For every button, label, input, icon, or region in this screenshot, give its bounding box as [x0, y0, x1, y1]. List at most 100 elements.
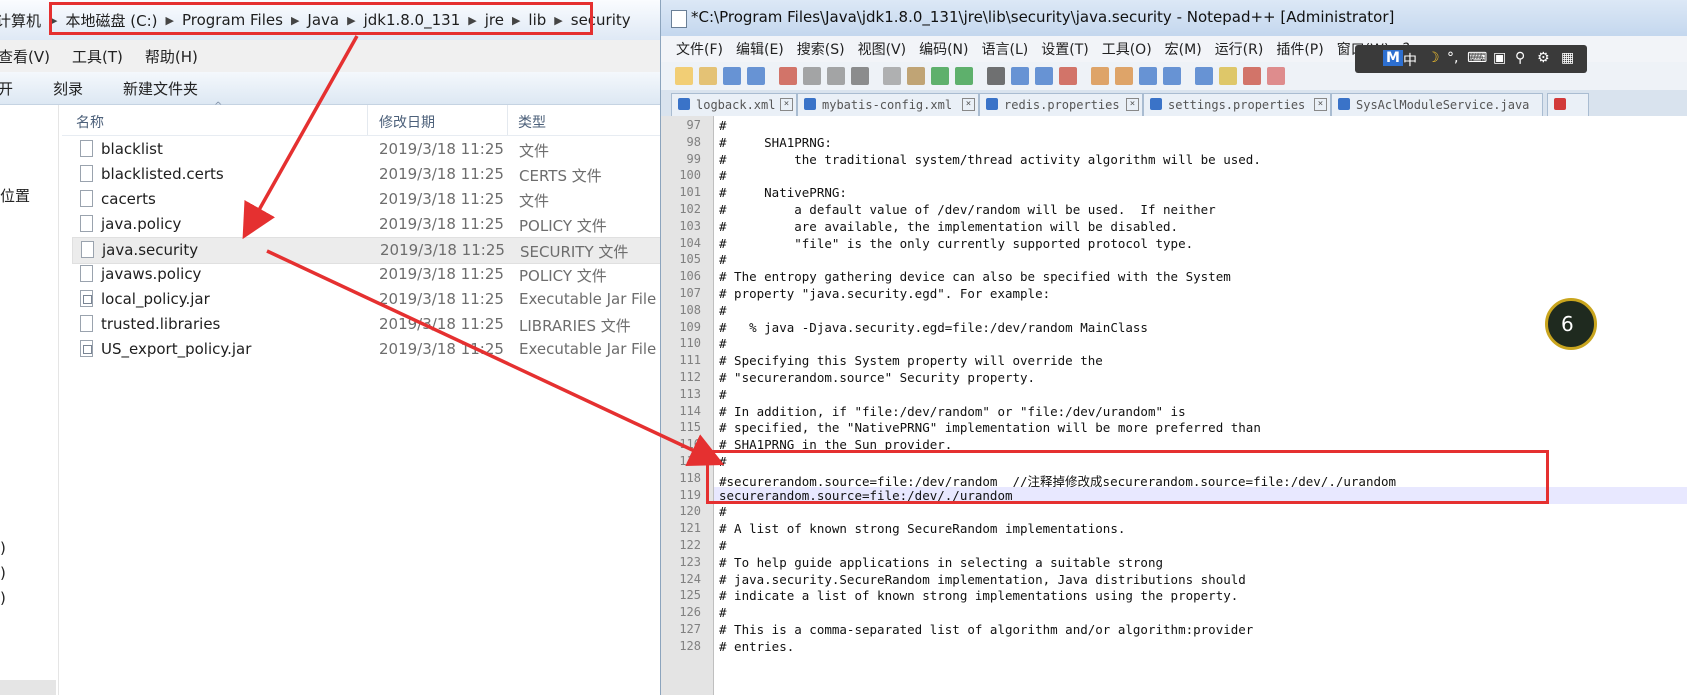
skin-icon[interactable]: ▣ — [1493, 50, 1506, 66]
file-tab[interactable]: mybatis-config.xml × — [797, 93, 979, 116]
column-type-header[interactable]: 类型 — [518, 112, 546, 132]
code-line[interactable]: # SHA1PRNG: — [719, 135, 832, 150]
ime-toolbar[interactable]: M 中 ☽ °, ⌨ ▣ ⚲ ⚙ ▦ — [1355, 45, 1587, 73]
zoom-out-icon[interactable] — [1059, 67, 1077, 85]
npp-menu-item[interactable]: 编辑(E) — [736, 39, 784, 59]
code-line[interactable]: # — [719, 168, 727, 183]
npp-menu-item[interactable]: 工具(O) — [1102, 39, 1152, 59]
code-line[interactable]: # — [719, 538, 727, 553]
tools-icon[interactable]: ⚙ — [1537, 50, 1550, 66]
close-icon[interactable] — [779, 67, 797, 85]
code-line[interactable]: # — [719, 252, 727, 267]
npp-menu-item[interactable]: 设置(T) — [1041, 39, 1088, 59]
save-icon[interactable] — [723, 67, 741, 85]
code-line[interactable]: # — [719, 336, 727, 351]
code-line[interactable]: # property "java.security.egd". For exam… — [719, 286, 1050, 301]
npp-menu-item[interactable]: 宏(M) — [1165, 39, 1202, 59]
floating-badge[interactable]: 6 — [1545, 298, 1597, 350]
grid-menu-icon[interactable]: ▦ — [1561, 50, 1574, 66]
code-line[interactable]: # — [719, 118, 727, 133]
code-line[interactable]: # To help guide applications in selectin… — [719, 555, 1163, 570]
copy-icon[interactable] — [883, 67, 901, 85]
doc-map-icon[interactable] — [1219, 67, 1237, 85]
function-list-icon[interactable] — [1243, 67, 1261, 85]
explorer-menu-item[interactable]: 工具(T) — [72, 46, 123, 67]
column-name-header[interactable]: 名称 — [76, 112, 104, 132]
code-line[interactable]: # entries. — [719, 639, 794, 654]
code-line[interactable]: # — [719, 303, 727, 318]
indent-guide-icon[interactable] — [1195, 67, 1213, 85]
code-line[interactable]: # In addition, if "file:/dev/random" or … — [719, 404, 1186, 419]
new-file-icon[interactable] — [675, 67, 693, 85]
npp-menu-item[interactable]: 运行(R) — [1215, 39, 1264, 59]
file-tab-active[interactable] — [1547, 93, 1589, 116]
file-tab[interactable]: SysAclModuleService.java — [1331, 93, 1543, 116]
ime-mode-label[interactable]: M — [1383, 50, 1403, 66]
sync-v-icon[interactable] — [1091, 67, 1109, 85]
print-icon[interactable] — [827, 67, 845, 85]
nav-item[interactable]: ) — [0, 564, 6, 582]
record-macro-icon[interactable] — [1267, 67, 1285, 85]
column-date-header[interactable]: 修改日期 — [379, 112, 435, 132]
open-file-icon[interactable] — [699, 67, 717, 85]
file-row[interactable]: local_policy.jar 2019/3/18 11:25 Executabl… — [72, 287, 712, 312]
all-chars-icon[interactable] — [1163, 67, 1181, 85]
code-line[interactable]: # Specifying this System property will o… — [719, 353, 1103, 368]
undo-icon[interactable] — [931, 67, 949, 85]
nav-item[interactable]: ) — [0, 589, 6, 607]
code-line[interactable]: # The entropy gathering device can also … — [719, 269, 1231, 284]
npp-menu-item[interactable]: 语言(L) — [982, 39, 1029, 59]
code-line[interactable]: # specified, the "NativePRNG" implementa… — [719, 420, 1261, 435]
code-line[interactable]: # "file" is the only currently supported… — [719, 236, 1193, 251]
nav-item[interactable]: ) — [0, 539, 6, 557]
breadcrumb-item[interactable]: 计算机 — [0, 10, 47, 31]
explorer-toolbar-button[interactable]: 新建文件夹 — [123, 78, 198, 99]
code-line[interactable]: # % java -Djava.security.egd=file:/dev/r… — [719, 320, 1148, 335]
search-icon[interactable]: ⚲ — [1515, 50, 1525, 66]
file-row[interactable]: java.policy 2019/3/18 11:25 POLICY 文件 — [72, 212, 712, 237]
explorer-toolbar-button[interactable]: 刻录 — [53, 78, 83, 99]
file-row[interactable]: blacklisted.certs 2019/3/18 11:25 CERTS 文件 — [72, 162, 712, 187]
close-tab-icon[interactable]: × — [1126, 98, 1139, 111]
save-all-icon[interactable] — [747, 67, 765, 85]
npp-menu-item[interactable]: 文件(F) — [676, 39, 723, 59]
code-line[interactable]: # are available, the implementation will… — [719, 219, 1178, 234]
code-line[interactable]: # indicate a list of known strong implem… — [719, 588, 1238, 603]
code-line[interactable]: # NativePRNG: — [719, 185, 847, 200]
npp-menu-item[interactable]: 视图(V) — [858, 39, 907, 59]
explorer-menu-item[interactable]: 帮助(H) — [145, 46, 198, 67]
file-row[interactable]: trusted.libraries 2019/3/18 11:25 LIBRARIE… — [72, 312, 712, 337]
npp-menu-item[interactable]: 编码(N) — [919, 39, 968, 59]
file-row[interactable]: javaws.policy 2019/3/18 11:25 POLICY 文件 — [72, 262, 712, 287]
close-tab-icon[interactable]: × — [962, 98, 975, 111]
code-line[interactable]: # — [719, 504, 727, 519]
close-tab-icon[interactable]: × — [1314, 98, 1327, 111]
code-line[interactable]: # — [719, 605, 727, 620]
code-line[interactable]: # java.security.SecureRandom implementat… — [719, 572, 1246, 587]
close-all-icon[interactable] — [803, 67, 821, 85]
code-editor[interactable]: 97 98 99 100 101 102 103 104 105 106 107 108 109 110 1… — [661, 116, 1687, 695]
npp-menu-item[interactable]: 搜索(S) — [797, 39, 845, 59]
ime-chinese-label[interactable]: 中 — [1403, 50, 1417, 70]
file-row[interactable]: cacerts 2019/3/18 11:25 文件 — [72, 187, 712, 212]
keyboard-icon[interactable]: ⌨ — [1467, 50, 1487, 66]
redo-icon[interactable] — [955, 67, 973, 85]
navigation-pane[interactable]: 位置 ) ) ) — [0, 105, 59, 695]
explorer-menu-item[interactable]: 查看(V) — [0, 46, 50, 67]
code-line[interactable]: # This is a comma-separated list of algo… — [719, 622, 1253, 637]
wrap-icon[interactable] — [1139, 67, 1157, 85]
nav-item-location[interactable]: 位置 — [0, 185, 30, 206]
code-line[interactable]: # A list of known strong SecureRandom im… — [719, 521, 1125, 536]
cut-icon[interactable] — [851, 67, 869, 85]
npp-menu-item[interactable]: 插件(P) — [1276, 39, 1323, 59]
zoom-in-icon[interactable] — [1035, 67, 1053, 85]
find-icon[interactable] — [987, 67, 1005, 85]
explorer-toolbar-button[interactable]: 开 — [0, 78, 13, 99]
replace-icon[interactable] — [1011, 67, 1029, 85]
file-row[interactable]: java.security 2019/3/18 11:25 SECURITY 文件 — [72, 237, 712, 264]
paste-icon[interactable] — [907, 67, 925, 85]
code-line[interactable]: # the traditional system/thread activity… — [719, 152, 1261, 167]
sync-h-icon[interactable] — [1115, 67, 1133, 85]
file-tab[interactable]: settings.properties × — [1143, 93, 1331, 116]
ime-punct-label[interactable]: °, — [1447, 50, 1458, 66]
